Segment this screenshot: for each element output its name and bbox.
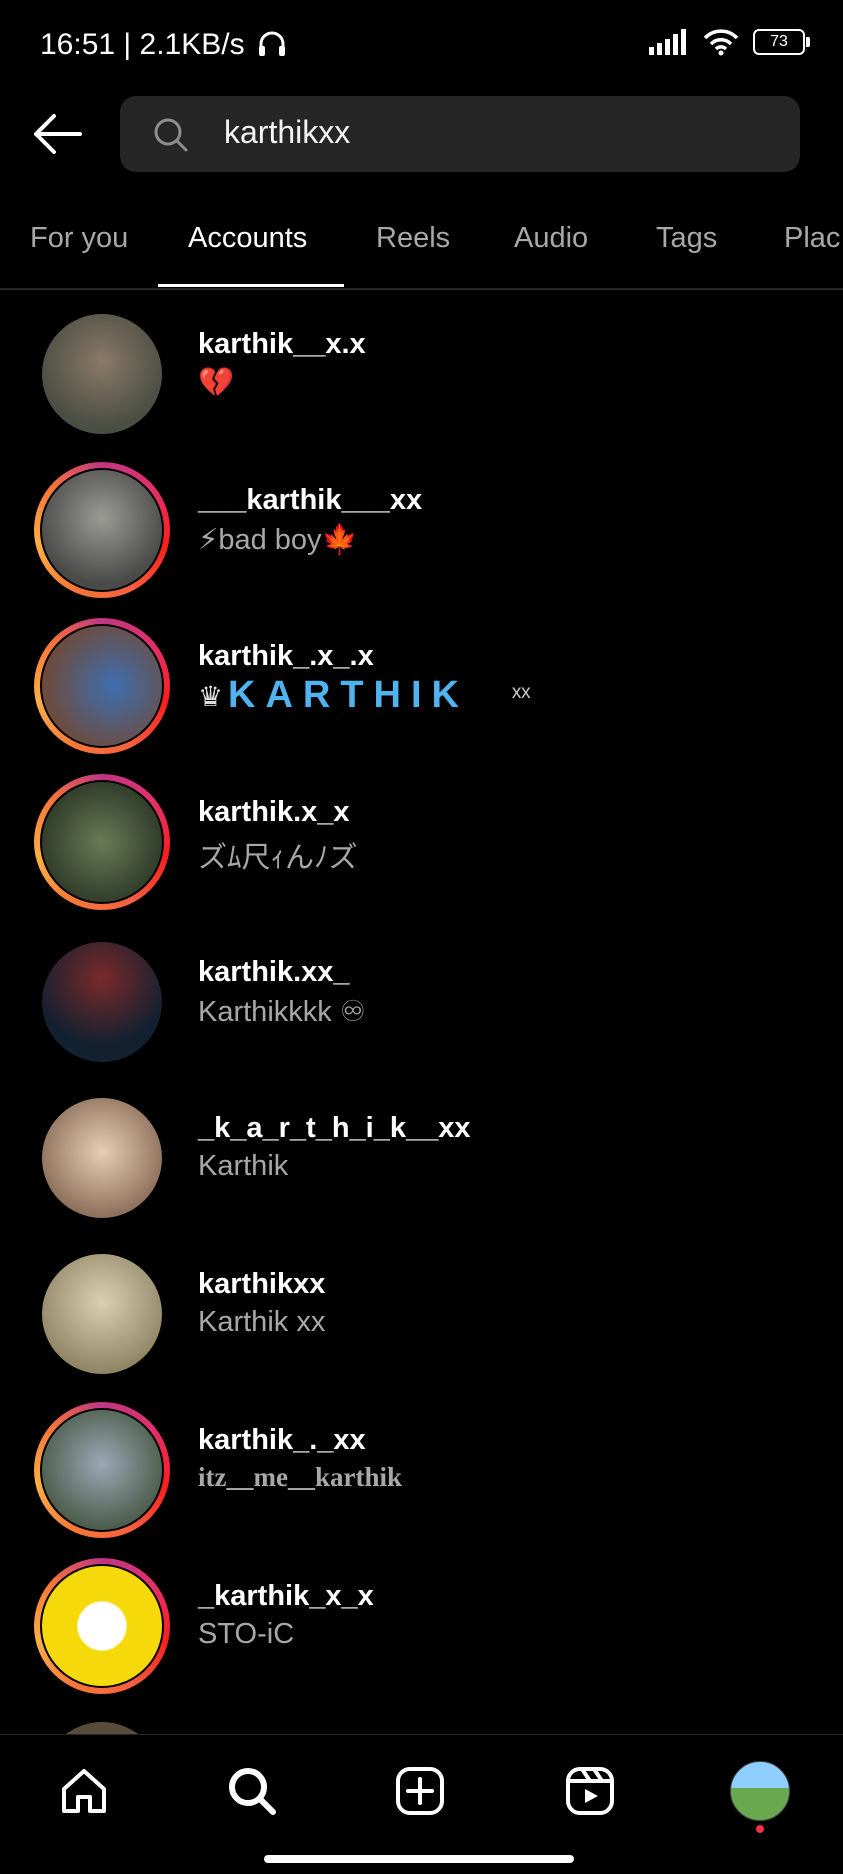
avatar-image: [42, 782, 162, 902]
list-item[interactable]: karthik_.x_.x ♛ KARTHIK ˣˣ: [0, 604, 843, 760]
avatar-image: [42, 942, 162, 1062]
list-item[interactable]: karthik_._xx itz__me__karthik: [0, 1388, 843, 1544]
avatar-story-ring[interactable]: [34, 1402, 170, 1538]
avatar[interactable]: [34, 934, 170, 1070]
status-time: 16:51 | 2.1KB/s: [40, 28, 287, 62]
bio: ⚡bad boy🍁: [198, 524, 358, 556]
search-icon: [229, 1768, 276, 1815]
search-input[interactable]: karthikxx: [120, 96, 800, 172]
profile-avatar: [730, 1761, 790, 1821]
battery-indicator: 73: [753, 29, 810, 55]
search-query: karthikxx: [224, 114, 351, 150]
avatar-story-ring[interactable]: [34, 618, 170, 754]
avatar-image: [42, 1254, 162, 1374]
username: karthik.x_x: [198, 796, 350, 828]
bio: Karthikkkk ♾: [198, 996, 366, 1028]
tab-accounts[interactable]: Accounts: [188, 222, 307, 255]
username: karthik__x.x: [198, 328, 366, 360]
list-item-partial[interactable]: [0, 1700, 843, 1734]
signal-icon: [649, 29, 686, 55]
avatar[interactable]: [34, 1714, 170, 1734]
home-indicator[interactable]: [264, 1855, 574, 1863]
status-bar: 16:51 | 2.1KB/s 73: [0, 0, 843, 90]
avatar-image: [42, 1098, 162, 1218]
avatar-image: [42, 314, 162, 434]
avatar-story-ring[interactable]: [34, 462, 170, 598]
tab-tags[interactable]: Tags: [656, 222, 717, 255]
avatar-image: [42, 470, 162, 590]
username: karthik_.x_.x: [198, 640, 374, 672]
reels-icon: [566, 1767, 614, 1815]
list-item[interactable]: karthikxx Karthik xx: [0, 1232, 843, 1388]
list-item[interactable]: karthik.xx_ Karthikkkk ♾: [0, 920, 843, 1076]
status-time-text: 16:51 | 2.1KB/s: [40, 28, 245, 61]
nav-profile[interactable]: [730, 1761, 790, 1821]
list-item[interactable]: _karthik_x_x STO-iC: [0, 1544, 843, 1700]
avatar-story-ring[interactable]: [34, 1558, 170, 1694]
username: _karthik_x_x: [198, 1580, 374, 1612]
tab-places[interactable]: Plac: [784, 222, 840, 255]
avatar[interactable]: [34, 306, 170, 442]
list-item[interactable]: karthik__x.x 💔: [0, 292, 843, 448]
search-header: karthikxx: [0, 96, 843, 172]
home-icon: [62, 1769, 106, 1813]
bio: Karthik xx: [198, 1306, 326, 1338]
wifi-icon: [703, 29, 739, 56]
tab-for-you[interactable]: For you: [30, 222, 128, 255]
username: ___karthik___xx: [198, 484, 423, 516]
back-button[interactable]: [30, 110, 86, 158]
bio: ズﾑ尺ｨんﾉズ: [198, 842, 358, 874]
avatar-image: [42, 626, 162, 746]
username: karthik.xx_: [198, 956, 350, 988]
avatar-image: [42, 1722, 162, 1734]
plus-square-icon: [396, 1767, 444, 1815]
nav-reels[interactable]: [560, 1761, 620, 1821]
avatar-image: [42, 1410, 162, 1530]
headphones-icon: [258, 31, 285, 56]
tab-reels[interactable]: Reels: [376, 222, 450, 255]
avatar[interactable]: [34, 1090, 170, 1226]
bio: STO-iC: [198, 1618, 295, 1650]
search-icon: [154, 118, 188, 152]
bio-suffix: ˣˣ: [512, 680, 531, 711]
bio: itz__me__karthik: [198, 1462, 402, 1492]
back-arrow-icon: [34, 114, 82, 154]
avatar[interactable]: [34, 1246, 170, 1382]
username: _k_a_r_t_h_i_k__xx: [198, 1112, 471, 1144]
avatar-story-ring[interactable]: [34, 774, 170, 910]
list-item[interactable]: karthik.x_x ズﾑ尺ｨんﾉズ: [0, 760, 843, 916]
bio: Karthik: [198, 1150, 289, 1182]
notification-dot: [756, 1825, 764, 1833]
username: karthik_._xx: [198, 1424, 366, 1456]
nav-create[interactable]: [390, 1761, 450, 1821]
tab-audio[interactable]: Audio: [514, 222, 588, 255]
active-tab-indicator: [158, 284, 344, 287]
bio: 💔: [198, 367, 235, 399]
nav-home[interactable]: [54, 1761, 114, 1821]
crown-glyph: ♛: [198, 681, 224, 712]
bio: KARTHIK: [228, 674, 469, 716]
list-item[interactable]: _k_a_r_t_h_i_k__xx Karthik: [0, 1076, 843, 1232]
username: karthikxx: [198, 1268, 326, 1300]
nav-search[interactable]: [222, 1761, 282, 1821]
bottom-nav: [0, 1734, 843, 1874]
search-tabs: For you Accounts Reels Audio Tags Plac: [0, 210, 843, 290]
avatar-image: [42, 1566, 162, 1686]
list-item[interactable]: ___karthik___xx ⚡bad boy🍁: [0, 448, 843, 604]
